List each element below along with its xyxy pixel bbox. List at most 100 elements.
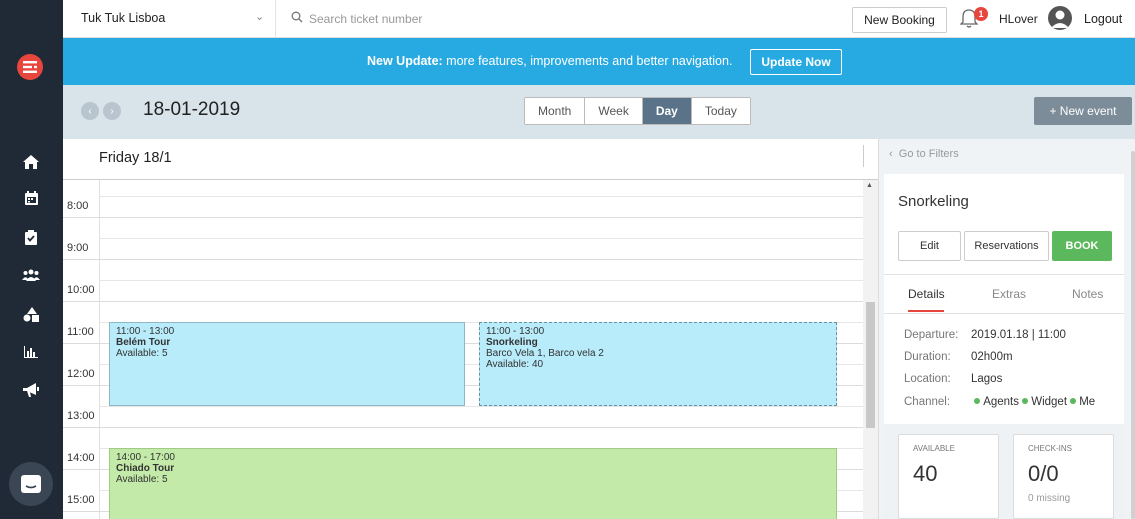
view-today-button[interactable]: Today <box>691 98 750 124</box>
view-month-button[interactable]: Month <box>525 98 586 124</box>
current-date: 18-01-2019 <box>143 99 241 120</box>
search-input[interactable] <box>309 9 609 29</box>
event-belem-tour[interactable]: 11:00 - 13:00 Belém Tour Available: 5 <box>109 322 465 406</box>
departure-row: Departure: 2019.01.18 | 11:00 <box>904 329 1066 341</box>
logout-link[interactable]: Logout <box>1084 12 1122 26</box>
update-banner: New Update: more features, improvements … <box>63 38 1135 85</box>
stats-area: AVAILABLE 40 CHECK-INS 0/0 0 missing <box>884 424 1124 519</box>
hour-line <box>63 259 863 260</box>
event-resources: Barco Vela 1, Barco vela 2 <box>486 348 604 359</box>
event-time: 14:00 - 17:00 <box>116 452 175 463</box>
scrollbar-thumb[interactable] <box>866 302 875 428</box>
time-label: 10:00 <box>67 284 95 296</box>
tab-notes[interactable]: Notes <box>1072 287 1103 301</box>
update-now-button[interactable]: Update Now <box>750 49 842 75</box>
notification-badge: 1 <box>974 7 988 21</box>
new-event-button[interactable]: + New event <box>1034 97 1132 125</box>
time-grid[interactable]: 8:00 9:00 10:00 11:00 12:00 13:00 14:00 … <box>63 179 878 519</box>
active-tab-indicator <box>908 310 944 312</box>
scroll-up-arrow-icon[interactable]: ▲ <box>866 182 873 189</box>
users-icon[interactable] <box>18 263 44 287</box>
banner-title: New Update: <box>367 54 443 68</box>
channel-row: Channel: Agents Widget Me <box>904 396 1095 408</box>
event-time: 11:00 - 13:00 <box>116 326 175 337</box>
view-week-button[interactable]: Week <box>585 98 643 124</box>
banner-text: New Update: more features, improvements … <box>367 54 732 68</box>
event-title: Snorkeling <box>486 337 538 348</box>
company-selector-label[interactable]: Tuk Tuk Lisboa <box>81 11 165 25</box>
reservations-button[interactable]: Reservations <box>964 231 1049 261</box>
event-detail-panel: ‹ Go to Filters Snorkeling Edit Reservat… <box>878 139 1135 519</box>
event-availability: Available: 5 <box>116 474 168 485</box>
divider <box>863 145 864 167</box>
new-booking-button[interactable]: New Booking <box>852 7 947 33</box>
available-stat-card: AVAILABLE 40 <box>898 434 999 519</box>
hour-line <box>63 301 863 302</box>
duration-label: Duration: <box>904 351 951 363</box>
event-snorkeling[interactable]: 11:00 - 13:00 Snorkeling Barco Vela 1, B… <box>479 322 837 406</box>
checkins-stat-card: CHECK-INS 0/0 0 missing <box>1013 434 1114 519</box>
bar-chart-icon[interactable] <box>18 340 44 364</box>
panel-scrollbar[interactable] <box>1131 151 1135 519</box>
time-label: 8:00 <box>67 200 89 212</box>
event-title: Chiado Tour <box>116 463 175 474</box>
event-time: 11:00 - 13:00 <box>486 326 545 337</box>
time-label: 9:00 <box>67 242 89 254</box>
calendar-day-view: Friday 18/1 8:00 9:00 10:00 11:00 12:00 … <box>63 139 878 519</box>
status-dot <box>974 398 981 405</box>
channel-widget: Widget <box>1022 396 1067 408</box>
time-label: 15:00 <box>67 494 95 506</box>
divider <box>275 0 276 38</box>
chevron-down-icon[interactable]: ⌄ <box>255 10 264 23</box>
channel-name: Agents <box>983 396 1020 408</box>
location-value: Lagos <box>971 373 1003 385</box>
calendar-icon[interactable] <box>18 186 44 210</box>
hour-line <box>63 427 863 428</box>
channel-agents: Agents <box>974 396 1019 408</box>
day-header: Friday 18/1 <box>99 150 172 166</box>
avatar[interactable] <box>1048 6 1072 30</box>
home-icon[interactable] <box>18 150 44 174</box>
megaphone-icon[interactable] <box>18 378 44 402</box>
tab-details[interactable]: Details <box>908 287 945 301</box>
banner-message: more features, improvements and better n… <box>442 54 733 68</box>
divider <box>884 274 1124 275</box>
detail-card: Snorkeling Edit Reservations BOOK Detail… <box>884 174 1124 519</box>
event-title: Belém Tour <box>116 337 171 348</box>
book-button[interactable]: BOOK <box>1052 231 1112 261</box>
go-to-filters-label: Go to Filters <box>898 148 959 160</box>
edit-button[interactable]: Edit <box>898 231 961 261</box>
duration-row: Duration: 02h00m <box>904 351 1013 363</box>
channel-name: Me <box>1079 396 1096 408</box>
event-availability: Available: 40 <box>486 359 544 370</box>
time-label: 13:00 <box>67 410 95 422</box>
channel-label: Channel: <box>904 396 951 408</box>
half-hour-line <box>99 238 863 239</box>
shapes-icon[interactable] <box>18 302 44 326</box>
available-label: AVAILABLE <box>913 444 955 453</box>
view-day-button[interactable]: Day <box>642 98 692 124</box>
search-icon <box>291 11 303 26</box>
channel-me: Me <box>1070 396 1095 408</box>
clipboard-check-icon[interactable] <box>18 225 44 249</box>
event-chiado-tour[interactable]: 14:00 - 17:00 Chiado Tour Available: 5 <box>109 448 837 519</box>
username[interactable]: HLover <box>999 12 1038 26</box>
view-switcher: Month Week Day Today <box>524 97 751 125</box>
chat-icon[interactable] <box>9 462 53 506</box>
calendar-toolbar: ‹ › 18-01-2019 Month Week Day Today + Ne… <box>63 85 1135 139</box>
hour-line <box>63 217 863 218</box>
app-logo-icon[interactable] <box>17 54 43 80</box>
checkins-label: CHECK-INS <box>1028 444 1073 453</box>
chevron-left-icon[interactable]: ‹ <box>81 102 99 120</box>
tab-extras[interactable]: Extras <box>992 287 1026 301</box>
go-to-filters-link[interactable]: ‹ Go to Filters <box>889 148 959 160</box>
half-hour-line <box>99 196 863 197</box>
divider <box>884 313 1124 314</box>
checkins-value: 0/0 <box>1028 461 1059 486</box>
time-label: 14:00 <box>67 452 95 464</box>
duration-value: 02h00m <box>971 351 1013 363</box>
chevron-right-icon[interactable]: › <box>103 102 121 120</box>
departure-label: Departure: <box>904 329 959 341</box>
location-row: Location: Lagos <box>904 373 1002 385</box>
chevron-left-icon: ‹ <box>889 148 893 160</box>
